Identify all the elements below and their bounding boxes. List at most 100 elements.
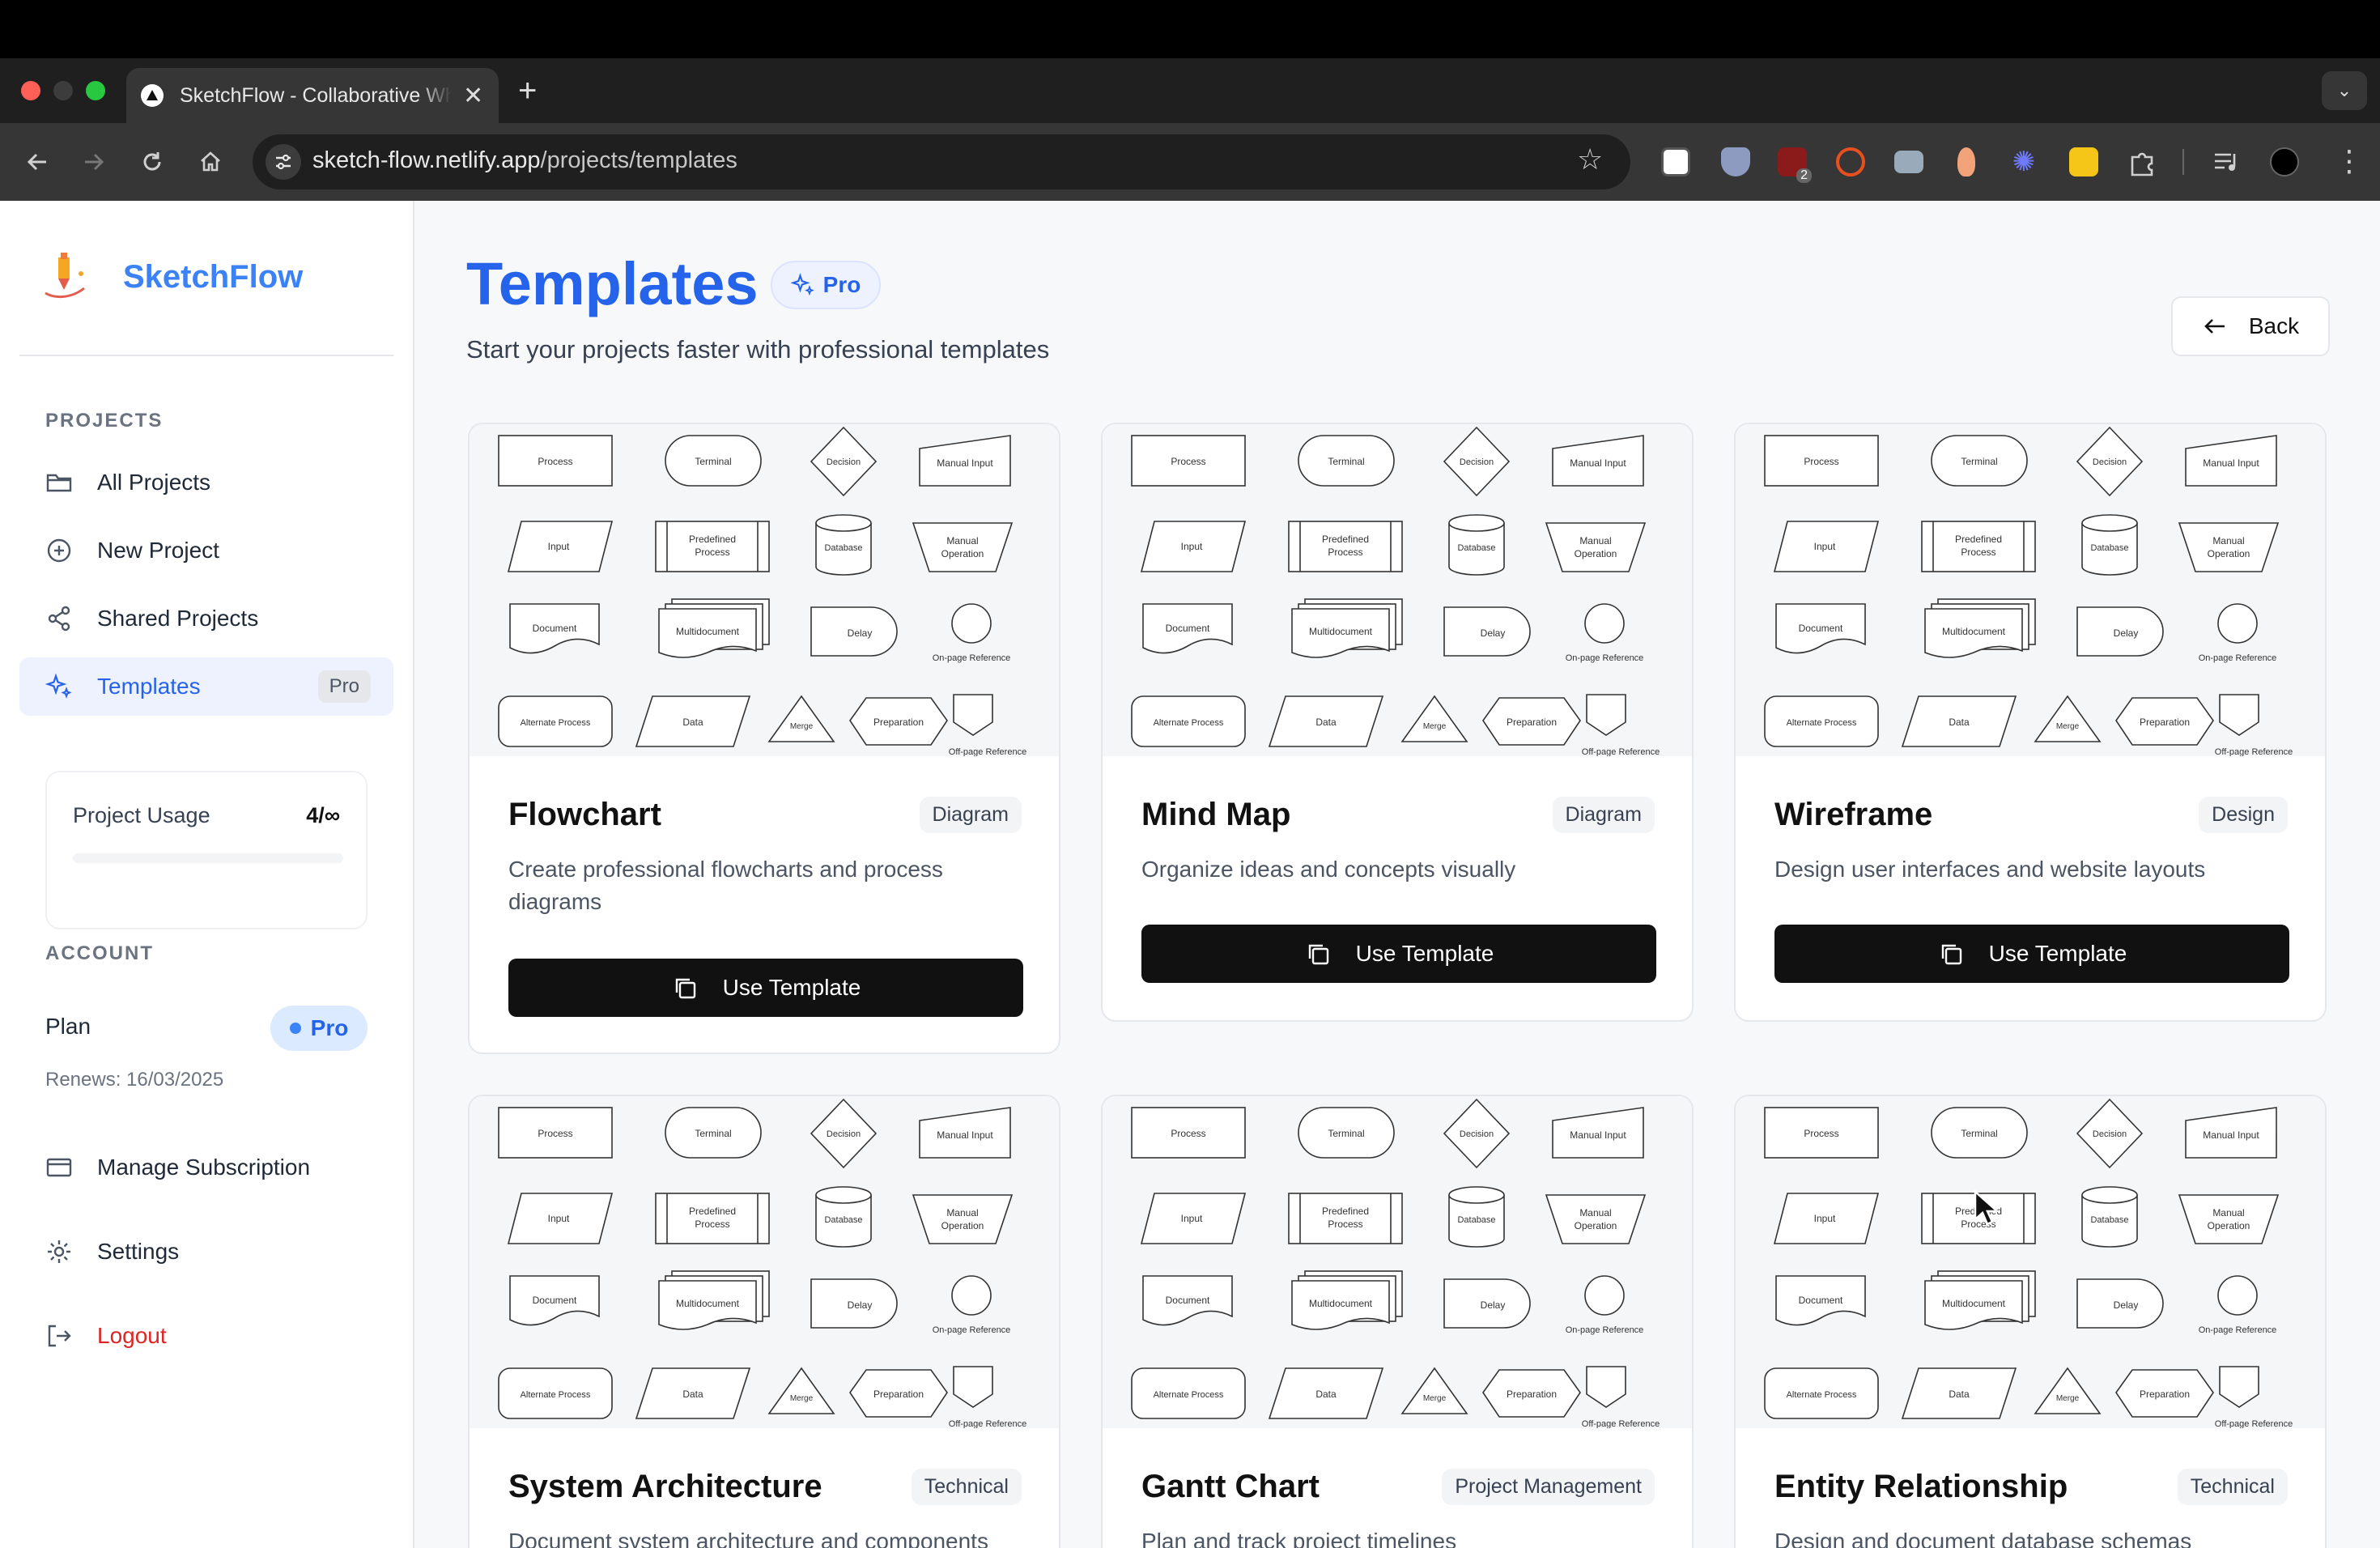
shape-label: Database xyxy=(824,1215,862,1225)
account-section-label: ACCOUNT xyxy=(45,942,154,964)
template-preview: Process Terminal Decision Manual Input I… xyxy=(1131,426,1660,757)
renewal-date: Renews: 16/03/2025 xyxy=(45,1069,224,1091)
shape-label: Off-page Reference xyxy=(2215,747,2293,756)
sidebar-item-shared-projects[interactable]: Shared Projects xyxy=(19,589,393,648)
shape-label: Database xyxy=(2090,543,2128,553)
sparkles-icon xyxy=(790,273,814,296)
browser-tab[interactable]: SketchFlow - Collaborative Whiteboard ✕ xyxy=(126,68,499,123)
shape-label: Process xyxy=(1171,1128,1205,1139)
close-window-button[interactable] xyxy=(21,81,40,100)
template-card[interactable]: Process Terminal Decision Manual Input I… xyxy=(1734,423,2327,1022)
shape-label: Off-page Reference xyxy=(949,747,1026,756)
sidebar-item-all-projects[interactable]: All Projects xyxy=(19,453,393,512)
shape-label: Data xyxy=(1315,717,1337,728)
media-controls-icon[interactable] xyxy=(2212,147,2241,176)
extensions-puzzle-icon[interactable] xyxy=(2127,147,2157,176)
shape-label: Alternate Process xyxy=(1787,718,1857,728)
usage-value: 4/∞ xyxy=(306,803,340,827)
sidebar-item-label: Templates xyxy=(97,674,201,699)
page-title: Templates xyxy=(466,250,759,317)
use-template-button[interactable]: Use Template xyxy=(1141,925,1656,983)
shape-label: Alternate Process xyxy=(521,718,591,728)
shape-label: Database xyxy=(1457,1215,1495,1225)
sidebar-item-templates[interactable]: Templates Pro xyxy=(19,657,393,716)
template-category-badge: Diagram xyxy=(919,797,1022,833)
site-settings-icon[interactable] xyxy=(266,144,301,180)
template-title: Flowchart xyxy=(508,797,661,832)
tab-search-icon[interactable]: ⌄ xyxy=(2322,71,2367,110)
shape-label: Terminal xyxy=(695,456,731,467)
shape-label: Decision xyxy=(1460,457,1494,467)
url-text[interactable]: sketch-flow.netlify.app/projects/templat… xyxy=(312,147,737,174)
template-preview: Process Terminal Decision Manual Input I… xyxy=(1131,1098,1660,1429)
shape-label: Decision xyxy=(2093,457,2127,467)
shape-label: On-page Reference xyxy=(933,653,1011,663)
browser-menu-icon[interactable]: ⋮ xyxy=(2335,144,2364,178)
reload-icon[interactable] xyxy=(133,142,172,181)
shape-label: Document xyxy=(533,1295,577,1306)
shape-label: Manual Input xyxy=(2203,1129,2259,1141)
shape-label: Merge xyxy=(1423,722,1447,731)
extension-yellow-icon[interactable] xyxy=(2069,147,2098,176)
shape-label: Multidocument xyxy=(1309,626,1373,637)
bookmark-star-icon[interactable]: ☆ xyxy=(1577,142,1603,176)
sidebar-item-new-project[interactable]: New Project xyxy=(19,521,393,580)
shape-label: Terminal xyxy=(1961,456,1997,467)
extension-shield-icon[interactable] xyxy=(1721,147,1750,176)
shape-label: Process xyxy=(695,1218,729,1230)
shape-label: Terminal xyxy=(1961,1128,1997,1139)
shape-label: Manual Input xyxy=(2203,457,2259,469)
profile-avatar[interactable] xyxy=(2270,147,2299,176)
shape-label: Multidocument xyxy=(676,1298,740,1309)
home-icon[interactable] xyxy=(191,142,230,181)
template-card[interactable]: Process Terminal Decision Manual Input I… xyxy=(468,423,1060,1054)
template-card[interactable]: Process Terminal Decision Manual Input I… xyxy=(1734,1095,2327,1548)
extension-ublock-icon[interactable]: 2 xyxy=(1778,147,1812,183)
forward-arrow-icon[interactable] xyxy=(74,142,113,181)
sketchflow-logo[interactable] xyxy=(29,238,110,319)
shape-label: Decision xyxy=(827,457,861,467)
template-title: Gantt Chart xyxy=(1141,1469,1320,1504)
sidebar-item-label: Shared Projects xyxy=(97,606,259,631)
usage-label: Project Usage xyxy=(73,803,210,827)
back-button[interactable]: Back xyxy=(2171,296,2330,356)
extension-sparkle-icon[interactable]: ✺ xyxy=(2009,147,2038,176)
shape-label: Predefined xyxy=(689,1206,736,1217)
tab-close-icon[interactable]: ✕ xyxy=(463,82,483,110)
extension-egg-icon[interactable] xyxy=(1957,147,1975,176)
use-template-button[interactable]: Use Template xyxy=(1774,925,2289,983)
shape-label: Preparation xyxy=(2140,717,2190,728)
minimize-window-button[interactable] xyxy=(53,81,73,100)
extension-honey-icon[interactable] xyxy=(1836,147,1865,176)
shape-label: Document xyxy=(1799,1295,1843,1306)
maximize-window-button[interactable] xyxy=(86,81,105,100)
shape-label: Process xyxy=(538,456,572,467)
use-template-label: Use Template xyxy=(1988,941,2127,966)
extension-image-icon[interactable] xyxy=(1894,151,1923,173)
shape-label: On-page Reference xyxy=(1566,653,1644,663)
usage-progress-bar xyxy=(73,853,343,863)
back-label: Back xyxy=(2248,313,2300,338)
use-template-button[interactable]: Use Template xyxy=(508,959,1023,1017)
logout-button[interactable]: Logout xyxy=(19,1307,393,1365)
template-description: Document system architecture and compone… xyxy=(508,1529,988,1548)
back-arrow-icon[interactable] xyxy=(18,142,57,181)
shape-label: Delay xyxy=(1481,627,1506,639)
settings-button[interactable]: Settings xyxy=(19,1223,393,1281)
template-card[interactable]: Process Terminal Decision Manual Input I… xyxy=(1101,423,1694,1022)
shape-label: Process xyxy=(695,546,729,558)
shape-label: Predefined xyxy=(1322,534,1369,545)
new-tab-icon[interactable]: + xyxy=(518,73,537,109)
manage-subscription-button[interactable]: Manage Subscription xyxy=(19,1138,393,1197)
extension-window-icon[interactable] xyxy=(1661,147,1690,176)
shape-label: Process xyxy=(1328,546,1362,558)
template-card[interactable]: Process Terminal Decision Manual Input I… xyxy=(1101,1095,1694,1548)
sidebar-item-label: All Projects xyxy=(97,470,211,495)
shape-label: Document xyxy=(533,623,577,634)
copy-icon xyxy=(1308,944,1328,965)
plan-badge-label: Pro xyxy=(310,1015,349,1040)
shape-label: Process xyxy=(538,1128,572,1139)
template-card[interactable]: Process Terminal Decision Manual Input I… xyxy=(468,1095,1060,1548)
shape-label: Alternate Process xyxy=(1154,718,1224,728)
shape-label: Process xyxy=(1328,1218,1362,1230)
